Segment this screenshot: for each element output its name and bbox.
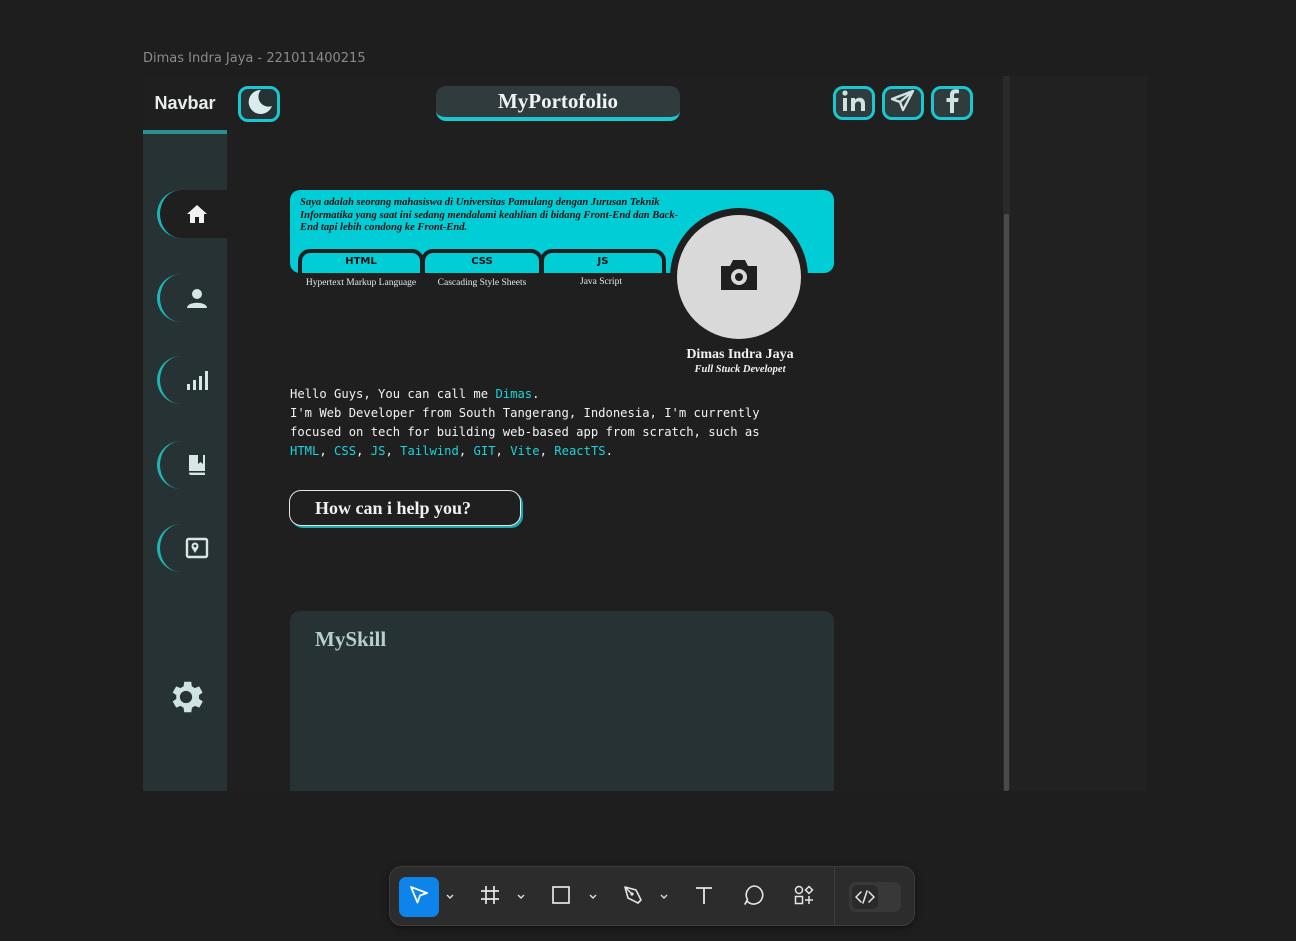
frame-icon — [479, 884, 501, 911]
chevron-down-icon[interactable] — [516, 891, 526, 903]
tag-js-description: Java Script — [580, 277, 622, 287]
chevron-down-icon[interactable] — [445, 891, 455, 903]
chevron-down-icon[interactable] — [588, 891, 598, 903]
sidebar: Navbar — [143, 76, 227, 791]
chevron-down-icon[interactable] — [659, 891, 669, 903]
skill-tailwind: Tailwind — [400, 444, 459, 458]
skill-css: CSS — [334, 444, 357, 458]
frame-label[interactable]: Dimas Indra Jaya - 221011400215 — [143, 51, 366, 66]
camera-icon — [718, 257, 760, 298]
separator: , — [495, 444, 511, 458]
help-button-label: How can i help you? — [315, 497, 472, 518]
move-tool-button[interactable] — [399, 877, 439, 917]
intro-text: Hello Guys, You can call me Dimas. I'm W… — [290, 385, 760, 461]
sidebar-item-home[interactable] — [157, 190, 227, 238]
intro-line-2: I'm Web Developer from South Tangerang, … — [290, 406, 760, 420]
frame-scrollbar[interactable] — [1003, 76, 1010, 791]
components-icon — [793, 884, 815, 911]
skill-section-title: MySkill — [315, 627, 387, 651]
skill-reactts: ReactTS — [554, 444, 606, 458]
design-frame[interactable]: Navbar MyPortofolio Saya adalah seorang … — [143, 76, 1010, 791]
intro-name: Dimas — [495, 387, 533, 401]
tag-css-description: Cascading Style Sheets — [437, 278, 527, 288]
skill-section: MySkill — [290, 611, 834, 791]
moon-icon — [244, 88, 274, 121]
avatar[interactable] — [677, 215, 801, 339]
home-icon — [183, 200, 211, 228]
intro-skills: HTML, CSS, JS, Tailwind, GIT, Vite, Reac… — [290, 442, 760, 461]
period: . — [605, 444, 613, 458]
brand-title[interactable]: MyPortofolio — [436, 86, 680, 121]
comment-tool-button[interactable] — [734, 877, 774, 917]
tag-html-description: Hypertext Markup Language — [305, 278, 417, 288]
tag-label: JS — [597, 256, 609, 267]
skill-git: GIT — [473, 444, 496, 458]
tag-css[interactable]: CSS — [421, 249, 543, 273]
sidebar-item-stats[interactable] — [157, 356, 227, 404]
sidebar-title: Navbar — [154, 92, 216, 113]
map-pin-icon — [183, 534, 211, 562]
skill-html: HTML — [290, 444, 320, 458]
code-icon — [852, 885, 878, 909]
sidebar-item-contact[interactable] — [157, 524, 227, 572]
skill-vite: Vite — [510, 444, 540, 458]
hero-description: Saya adalah seorang mahasiswa di Univers… — [300, 197, 679, 233]
tag-label: HTML — [345, 256, 377, 267]
tag-html[interactable]: HTML — [298, 249, 424, 273]
tag-js[interactable]: JS — [540, 249, 666, 273]
design-toolbar — [389, 866, 915, 926]
theme-toggle-button[interactable] — [238, 86, 280, 122]
facebook-icon — [941, 88, 963, 119]
rectangle-tool-button[interactable] — [541, 877, 581, 917]
linkedin-button[interactable] — [833, 86, 875, 120]
text-icon — [693, 884, 715, 911]
skill-js: JS — [370, 444, 386, 458]
brand-label: MyPortofolio — [497, 89, 619, 113]
intro-line-1: Hello Guys, You can call me Dimas. — [290, 385, 760, 404]
telegram-button[interactable] — [882, 86, 924, 120]
facebook-button[interactable] — [931, 86, 973, 120]
tag-label: CSS — [471, 256, 493, 267]
sidebar-item-projects[interactable] — [157, 441, 227, 489]
toolbar-divider — [834, 867, 835, 925]
book-icon — [183, 451, 211, 479]
intro-period: . — [532, 387, 540, 401]
profile-name: Dimas Indra Jaya — [686, 347, 794, 362]
dev-mode-toggle[interactable] — [849, 882, 901, 912]
pen-icon — [622, 884, 644, 911]
scrollbar-thumb[interactable] — [1004, 214, 1009, 791]
move-icon — [408, 884, 430, 911]
components-tool-button[interactable] — [784, 877, 824, 917]
user-icon — [183, 284, 211, 312]
separator: , — [319, 444, 335, 458]
sidebar-header: Navbar — [143, 76, 227, 134]
telegram-icon — [890, 89, 916, 118]
gear-icon[interactable] — [165, 676, 207, 718]
comment-icon — [743, 884, 765, 911]
separator: , — [539, 444, 555, 458]
frame-tool-button[interactable] — [470, 877, 510, 917]
intro-greeting: Hello Guys, You can call me — [290, 387, 496, 401]
help-button[interactable]: How can i help you? — [289, 490, 521, 526]
separator: , — [356, 444, 371, 458]
intro-line-3: focused on tech for building web-based a… — [290, 425, 760, 439]
profile-role: Full Stuck Developet — [694, 364, 786, 375]
text-tool-button[interactable] — [684, 877, 724, 917]
pen-tool-button[interactable] — [613, 877, 653, 917]
linkedin-icon — [841, 89, 867, 118]
separator: , — [458, 444, 474, 458]
rectangle-icon — [550, 884, 572, 911]
bar-chart-icon — [183, 366, 211, 394]
separator: , — [385, 444, 401, 458]
sidebar-item-profile[interactable] — [157, 274, 227, 322]
canvas-area — [1010, 76, 1147, 791]
